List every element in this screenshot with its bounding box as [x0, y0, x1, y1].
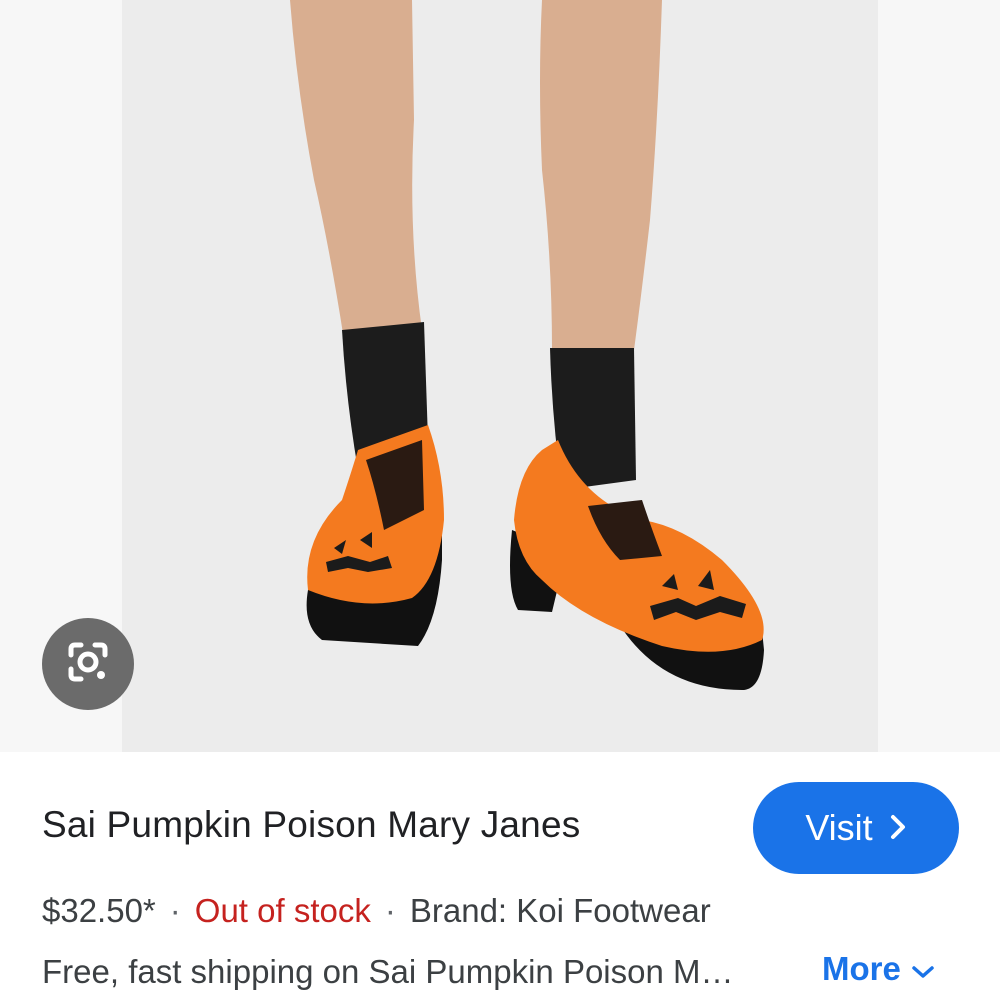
stock-status: Out of stock	[194, 892, 371, 929]
separator: ·	[169, 892, 181, 929]
product-image-area	[0, 0, 1000, 752]
product-title[interactable]: Sai Pumpkin Poison Mary Janes	[42, 804, 580, 846]
product-meta: $32.50* · Out of stock · Brand: Koi Foot…	[42, 892, 711, 930]
chevron-down-icon	[911, 950, 935, 988]
separator: ·	[384, 892, 396, 929]
price: $32.50*	[42, 892, 156, 929]
google-lens-button[interactable]	[42, 618, 134, 710]
more-button-label: More	[822, 950, 901, 987]
product-description: Free, fast shipping on Sai Pumpkin Poiso…	[42, 953, 734, 990]
chevron-right-icon	[889, 807, 907, 849]
brand: Brand: Koi Footwear	[409, 892, 711, 929]
camera-lens-icon	[63, 637, 113, 692]
visit-button-label: Visit	[805, 807, 873, 848]
more-button[interactable]: More	[822, 950, 935, 988]
product-photo[interactable]	[122, 0, 878, 752]
visit-button[interactable]: Visit	[753, 782, 959, 874]
product-photo-illustration	[122, 0, 878, 752]
